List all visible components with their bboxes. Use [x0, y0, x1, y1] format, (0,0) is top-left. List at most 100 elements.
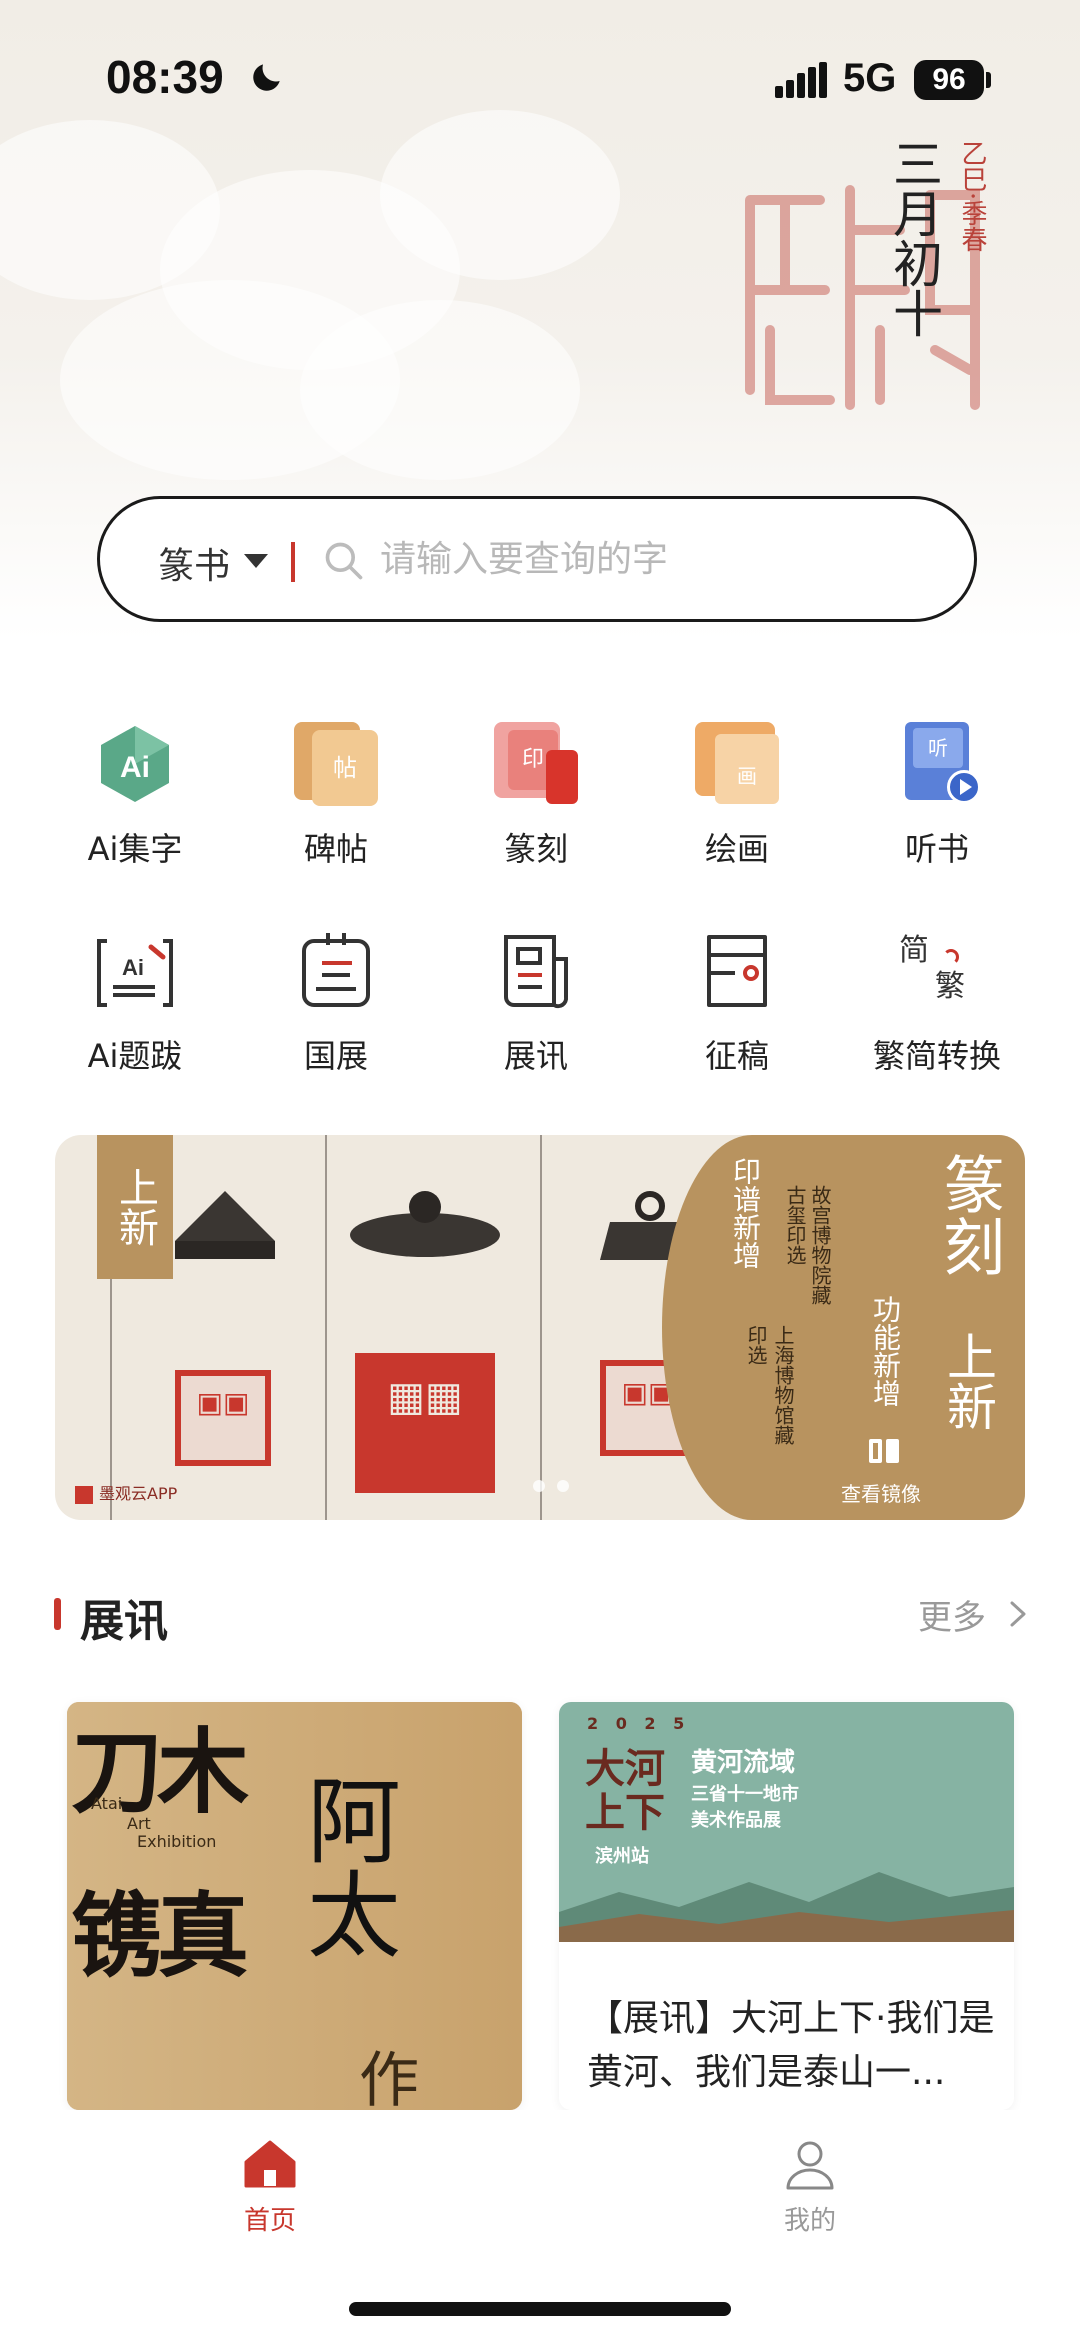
submission-icon — [695, 929, 779, 1013]
more-link[interactable]: 更多 — [918, 1590, 986, 1639]
banner-feature: 功能新增 — [869, 1295, 902, 1407]
view-mirror-link[interactable]: 查看镜像 — [841, 1478, 921, 1507]
banner-col4: 印选 — [744, 1325, 768, 1365]
painting-icon: 画 — [695, 722, 779, 806]
svg-text:Ai: Ai — [120, 751, 150, 784]
grid-item-convert[interactable]: 简 繁 繁简转换 — [847, 929, 1027, 1077]
exhibition-news-icon — [494, 929, 578, 1013]
chevron-right-icon[interactable] — [1008, 1600, 1028, 1628]
card-en-b: Art — [127, 1814, 151, 1833]
moon-icon — [253, 64, 280, 91]
mirror-icon — [869, 1439, 899, 1463]
cloud-decoration — [300, 300, 580, 480]
home-indicator[interactable] — [349, 2302, 731, 2316]
battery-level: 96 — [914, 60, 984, 100]
tab-label: 首页 — [243, 2206, 296, 2236]
poster-sub-a: 黄河流域 — [691, 1748, 796, 1778]
chevron-down-icon[interactable] — [244, 554, 268, 568]
tab-profile[interactable]: 我的 — [720, 2138, 900, 2237]
seal-icon: 印 — [494, 722, 578, 806]
seal-print: ▦▦ — [355, 1353, 495, 1493]
banner-col5: 上海博物馆藏 — [771, 1325, 795, 1445]
banner-col2: 古玺印选 — [783, 1185, 807, 1265]
poster-landscape — [559, 1872, 1014, 1942]
card-poster: 刀木 镌真 Atai Art Exhibition 阿太 作 — [67, 1702, 522, 2110]
home-icon — [244, 2140, 296, 2188]
grid-item-label: 国展 — [303, 1037, 368, 1075]
banner-title-a: 篆刻 — [932, 1153, 1005, 1277]
search-icon — [325, 542, 363, 580]
banner-col1: 印谱新增 — [729, 1157, 762, 1269]
search-divider — [291, 542, 295, 582]
section-title: 展讯 — [80, 1596, 168, 1647]
audiobook-icon: 听 — [895, 722, 981, 806]
poster-title-b: 上下 — [585, 1790, 665, 1836]
card-en-c: Exhibition — [137, 1832, 217, 1851]
battery-tip — [986, 72, 991, 88]
stele-glyph: 帖 — [312, 730, 378, 806]
convert-glyph-traditional: 繁 — [935, 969, 965, 1004]
exhibition-card[interactable]: 2 0 2 5 大河 上下 黄河流域 三省十一地市 美术作品展 滨州站 【展讯】… — [559, 1702, 1014, 2110]
search-input[interactable] — [380, 529, 940, 589]
stele-icon: 帖 — [294, 722, 378, 806]
grid-item-label: Ai题跋 — [87, 1037, 183, 1075]
tab-home[interactable]: 首页 — [180, 2138, 360, 2237]
svg-text:Ai: Ai — [122, 955, 144, 980]
banner-divider — [540, 1135, 542, 1520]
lunar-date: 三月初十 — [885, 138, 943, 338]
grid-item-label: Ai集字 — [87, 830, 183, 868]
national-exhibition-icon — [294, 929, 378, 1013]
poster-sub-c: 美术作品展 — [691, 1810, 781, 1831]
grid-item-ai-collect[interactable]: Ai Ai集字 — [45, 722, 225, 870]
seal-object-icon — [175, 1191, 275, 1259]
card-text-c: 阿太 — [291, 1772, 400, 1960]
banner-app-mark: 墨观云APP — [75, 1480, 177, 1504]
poster-year: 2 0 2 5 — [587, 1714, 691, 1733]
profile-icon — [786, 2141, 834, 2190]
banner-divider — [325, 1135, 327, 1520]
grid-item-painting[interactable]: 画 绘画 — [647, 722, 827, 870]
status-time: 08:39 — [106, 51, 224, 103]
grid-item-seal[interactable]: 印 篆刻 — [446, 722, 626, 870]
seal-print: ▣▣ — [175, 1370, 271, 1466]
grid-item-exhibition-news[interactable]: 展讯 — [446, 929, 626, 1077]
tab-label: 我的 — [783, 2206, 836, 2236]
grid-item-ai-colophon[interactable]: Ai Ai题跋 — [45, 929, 225, 1077]
grid-item-national-exhibition[interactable]: 国展 — [246, 929, 426, 1077]
exhibition-card[interactable]: 刀木 镌真 Atai Art Exhibition 阿太 作 — [67, 1702, 522, 2110]
seal-print-text: ▦▦ — [387, 1374, 463, 1420]
card-caption: 【展讯】大河上下·我们是黄河、我们是泰山一... — [587, 1998, 995, 2093]
banner-pager[interactable] — [533, 1477, 581, 1496]
grid-item-label: 展讯 — [503, 1037, 568, 1075]
status-bar: 08:39 5G 96 — [0, 0, 1080, 160]
seal-print-text: ▣▣ — [196, 1386, 250, 1419]
section-accent-bar — [54, 1598, 61, 1630]
seal-decoration-icon — [745, 185, 980, 410]
grid-item-label: 碑帖 — [303, 830, 368, 868]
ai-icon: Ai — [93, 722, 177, 806]
grid-item-audiobook[interactable]: 听 听书 — [847, 722, 1027, 870]
grid-item-label: 繁简转换 — [872, 1037, 1001, 1075]
card-en-a: Atai — [91, 1794, 123, 1813]
banner-col3: 故宫博物院藏 — [808, 1185, 832, 1305]
network-type: 5G — [843, 56, 897, 100]
card-text-b: 镌真 — [71, 1882, 249, 1990]
painting-glyph: 画 — [737, 764, 757, 788]
search-bar: 篆书 — [97, 496, 977, 622]
search-type-select[interactable]: 篆书 — [158, 537, 230, 589]
banner-app-name: 墨观云APP — [99, 1484, 178, 1503]
banner-new-tag: 上新 — [97, 1135, 173, 1279]
poster-sub-b: 三省十一地市 — [691, 1784, 799, 1805]
grid-item-stele[interactable]: 帖 碑帖 — [246, 722, 426, 870]
card-text-d: 作 — [359, 2046, 419, 2110]
promo-banner[interactable]: 上新 ▣▣ ▦▦ ▣▣ 墨观云APP 篆刻 上新 功能新增 印谱新增 古玺印选 … — [55, 1135, 1025, 1520]
banner-title-b: 上新 — [939, 1331, 997, 1431]
card-poster: 2 0 2 5 大河 上下 黄河流域 三省十一地市 美术作品展 滨州站 — [559, 1702, 1014, 1942]
grid-item-submission[interactable]: 征稿 — [647, 929, 827, 1077]
ai-colophon-icon: Ai — [93, 929, 177, 1013]
grid-item-label: 听书 — [904, 830, 969, 868]
convert-glyph-simplified: 简 — [899, 933, 929, 968]
seal-object-icon — [350, 1191, 500, 1257]
grid-item-label: 篆刻 — [503, 830, 568, 868]
lunar-year-season: 乙巳·季春 — [957, 140, 987, 253]
